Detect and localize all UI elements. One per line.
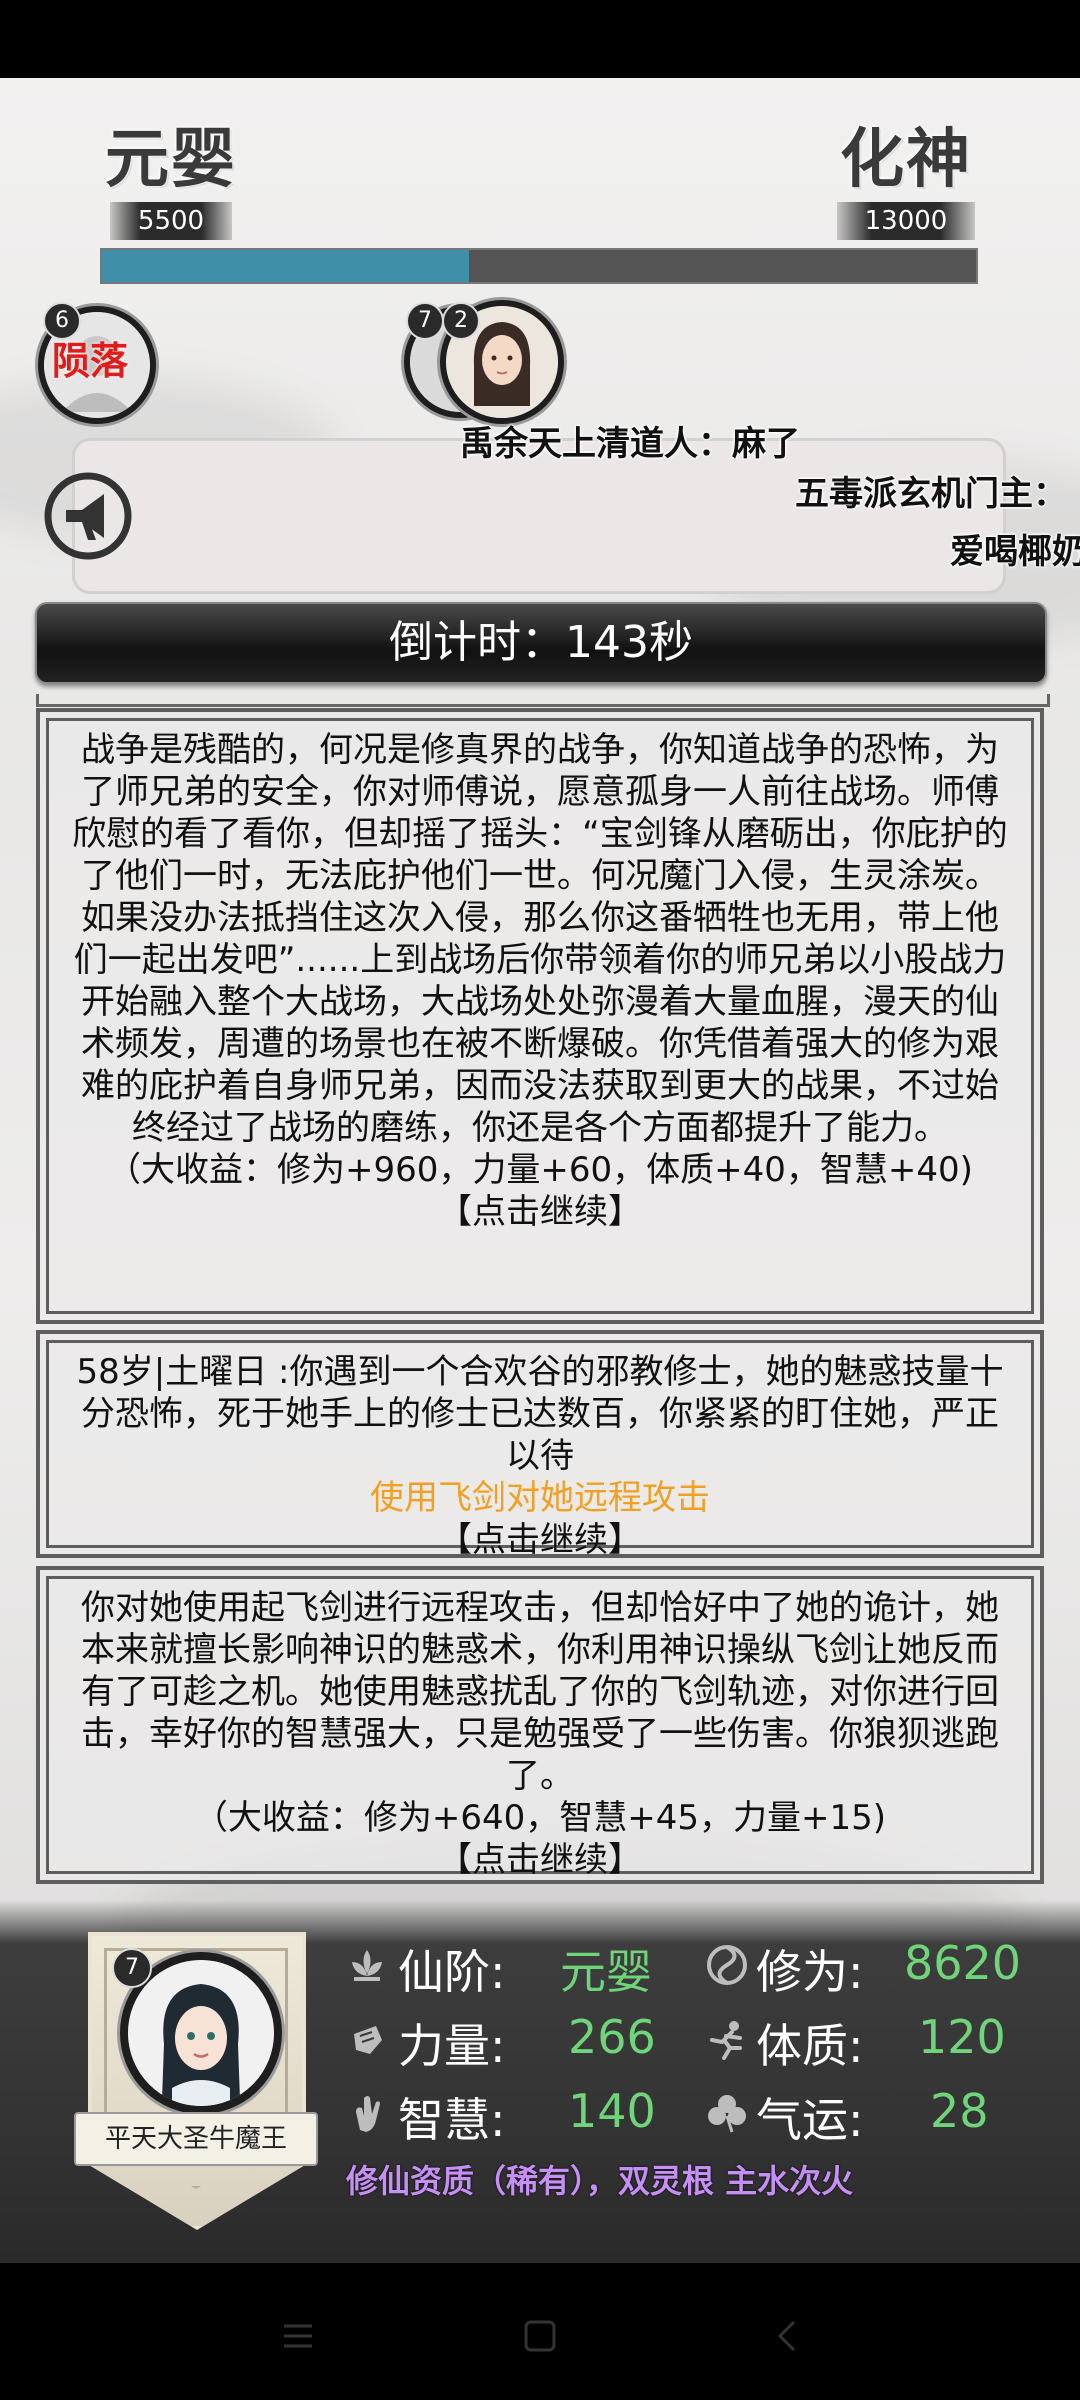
- danmu-message: 五毒派玄机门主：: [795, 474, 1067, 514]
- fallen-status: 陨落: [52, 339, 129, 383]
- event-reward: （大收益：修为+640，智慧+45，力量+15): [193, 1798, 887, 1838]
- stat-wisdom: 智慧:: [398, 2084, 506, 2150]
- lotus-icon: [352, 1950, 382, 1981]
- stat-label: 气运:: [756, 2093, 864, 2147]
- next-realm-name: 化神: [840, 123, 972, 197]
- event-text: 战争是残酷的，何况是修真界的战争，你知道战争的恐怖，为了师兄弟的安全，你对师傅说…: [72, 730, 1008, 1148]
- character-badge: 7: [112, 1948, 152, 1988]
- continue-button[interactable]: 【点击继续】: [67, 1839, 1013, 1881]
- stat-constitution-value: 120: [918, 2010, 1006, 2064]
- event-card[interactable]: 战争是残酷的，何况是修真界的战争，你知道战争的恐怖，为了师兄弟的安全，你对师傅说…: [36, 708, 1044, 1324]
- event-text: 58岁|土曜日 :你遇到一个合欢谷的邪教修士，她的魅惑技量十分恐怖，死于她手上的…: [76, 1352, 1004, 1476]
- fist-icon: [354, 2026, 382, 2054]
- stat-wisdom-value: 140: [568, 2084, 656, 2138]
- stat-label: 仙阶:: [398, 1945, 506, 1999]
- portrait-icon: [128, 1960, 274, 2106]
- stat-luck-value: 28: [930, 2084, 989, 2138]
- home-icon[interactable]: [522, 2318, 558, 2354]
- menu-icon[interactable]: [280, 2318, 316, 2354]
- runner-icon: [710, 2021, 742, 2060]
- event-card[interactable]: 58岁|土曜日 :你遇到一个合欢谷的邪教修士，她的魅惑技量十分恐怖，死于她手上的…: [36, 1330, 1044, 1560]
- stat-luck: 气运:: [756, 2084, 864, 2150]
- stat-realm: 仙阶:: [398, 1936, 506, 2002]
- realm-progress-bar: [100, 248, 978, 284]
- event-text: 你对她使用起飞剑进行远程攻击，但却恰好中了她的诡计，她本来就擅长影响神识的魅惑术…: [81, 1588, 999, 1796]
- continue-button[interactable]: 【点击继续】: [67, 1519, 1013, 1561]
- current-realm-name: 元婴: [105, 123, 237, 197]
- danmu-message: 爱喝椰奶: [950, 532, 1080, 572]
- stat-label: 修为:: [756, 1945, 864, 1999]
- back-icon[interactable]: [770, 2318, 806, 2354]
- event-card[interactable]: 你对她使用起飞剑进行远程攻击，但却恰好中了她的诡计，她本来就擅长影响神识的魅惑术…: [36, 1566, 1044, 1884]
- next-realm: 化神 13000: [826, 108, 986, 240]
- stat-label: 智慧:: [398, 2093, 506, 2147]
- aptitude-text: 修仙资质（稀有），双灵根 主水次火: [346, 2162, 854, 2200]
- stat-strength-value: 266: [568, 2010, 656, 2064]
- next-realm-value: 13000: [836, 202, 976, 240]
- stat-label: 体质:: [756, 2019, 864, 2073]
- continue-button[interactable]: 【点击继续】: [67, 1191, 1013, 1233]
- stat-strength: 力量:: [398, 2010, 506, 2076]
- event-card-inner: 58岁|土曜日 :你遇到一个合欢谷的邪教修士，她的魅惑技量十分恐怖，死于她手上的…: [46, 1340, 1034, 1560]
- event-card-inner: 你对她使用起飞剑进行远程攻击，但却恰好中了她的诡计，她本来就擅长影响神识的魅惑术…: [46, 1576, 1034, 1880]
- megaphone-icon[interactable]: [42, 470, 134, 562]
- danmu-message: 禹余天上清道人：麻了: [460, 424, 800, 464]
- player-badge: 2: [442, 302, 480, 340]
- status-bar: [0, 0, 1080, 78]
- card-edge: [36, 694, 1050, 707]
- event-card-inner: 战争是残酷的，何况是修真界的战争，你知道战争的恐怖，为了师兄弟的安全，你对师傅说…: [46, 718, 1034, 1314]
- swirl-icon: [707, 1945, 747, 1985]
- realm-progress-fill: [102, 250, 470, 282]
- stat-cultivation: 修为:: [756, 1936, 864, 2002]
- countdown-bar: 倒计时：143秒: [35, 602, 1047, 684]
- character-title: 平天大圣牛魔王: [74, 2112, 318, 2166]
- current-realm: 元婴 5500: [96, 108, 246, 240]
- current-realm-value: 5500: [109, 202, 233, 240]
- stat-label: 力量:: [398, 2019, 506, 2073]
- stat-realm-value: 元婴: [560, 1945, 652, 1999]
- choice-option[interactable]: 使用飞剑对她远程攻击: [67, 1477, 1013, 1519]
- event-reward: （大收益：修为+960，力量+60，体质+40，智慧+40): [107, 1150, 973, 1190]
- player-badge: 7: [406, 302, 444, 340]
- stat-constitution: 体质:: [756, 2010, 864, 2076]
- stat-cultivation-value: 8620: [904, 1936, 1022, 1990]
- clover-icon: [708, 2095, 746, 2133]
- hand-icon: [356, 2096, 380, 2132]
